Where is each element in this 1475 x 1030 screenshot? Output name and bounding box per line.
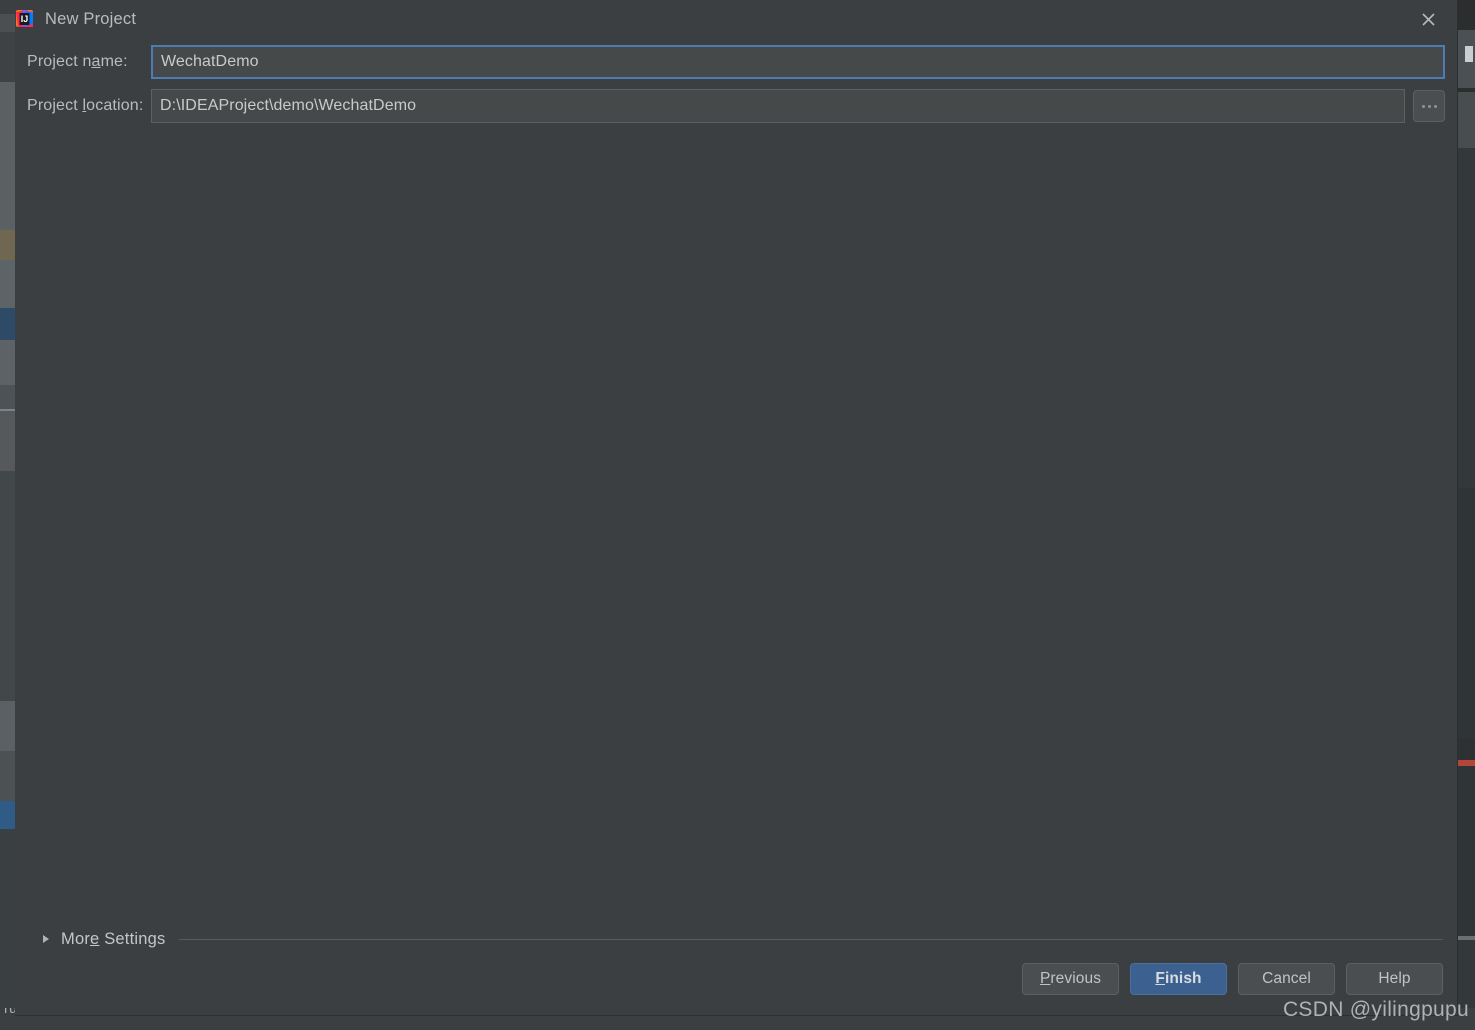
ide-left-sliver: [0, 801, 15, 829]
svg-text:IJ: IJ: [21, 14, 29, 24]
more-settings-toggle[interactable]: More Settings: [15, 925, 1457, 953]
ide-right-sliver: [1458, 92, 1475, 148]
ide-left-sliver: [0, 14, 15, 32]
label-part: Help: [1378, 970, 1411, 987]
screen-root: running low on memory and this might aff…: [0, 0, 1475, 1030]
new-project-dialog: IJ New Project Project name: Project loc…: [15, 0, 1458, 1016]
label-part: me:: [100, 53, 128, 70]
project-form: Project name: Project location:: [15, 38, 1457, 132]
label-part: Mor: [61, 929, 91, 948]
ide-scroll-marker: [1465, 46, 1473, 62]
label-mnemonic: F: [1155, 970, 1165, 987]
cancel-button[interactable]: Cancel: [1238, 963, 1335, 995]
ide-left-sliver: [0, 751, 15, 801]
browse-folder-button[interactable]: [1413, 90, 1445, 122]
ide-right-sliver: [1458, 488, 1475, 738]
ide-left-sliver: [0, 308, 15, 340]
project-location-input[interactable]: [151, 89, 1405, 123]
ide-left-sliver: [0, 230, 15, 260]
ide-right-sliver: [1458, 766, 1475, 936]
help-button[interactable]: Help: [1346, 963, 1443, 995]
ide-left-sliver: [0, 260, 15, 308]
label-part: inish: [1164, 970, 1202, 987]
ellipsis-dot-icon: [1427, 104, 1431, 108]
intellij-idea-logo-icon: IJ: [15, 9, 35, 29]
chevron-right-icon: [43, 935, 49, 943]
ide-left-sliver: [0, 701, 15, 751]
separator-line: [179, 938, 1443, 940]
ide-left-sliver: [0, 411, 15, 471]
previous-button[interactable]: Previous: [1022, 963, 1119, 995]
label-part: revious: [1050, 970, 1102, 987]
label-mnemonic: a: [91, 53, 101, 70]
project-name-label: Project name:: [27, 53, 151, 71]
ide-left-sliver: [0, 82, 15, 230]
ellipsis-dot-icon: [1421, 104, 1425, 108]
ellipsis-dot-icon: [1433, 104, 1437, 108]
ide-left-sliver: [0, 32, 15, 82]
label-mnemonic: e: [90, 929, 100, 948]
dialog-titlebar: IJ New Project: [15, 0, 1457, 38]
close-icon[interactable]: [1413, 5, 1443, 33]
project-location-label: Project location:: [27, 97, 151, 115]
ide-left-sliver: [0, 0, 15, 14]
ide-left-sliver: [0, 385, 15, 409]
label-part: Project n: [27, 53, 92, 70]
label-part: Cancel: [1262, 970, 1311, 987]
label-part: ocation:: [86, 97, 144, 114]
project-name-input[interactable]: [151, 45, 1445, 79]
label-mnemonic: P: [1039, 970, 1051, 987]
label-part: Project: [27, 97, 83, 114]
ide-right-sliver: [1458, 148, 1475, 488]
dialog-title: New Project: [45, 9, 137, 28]
ide-left-sliver: [0, 471, 15, 701]
label-part: Settings: [99, 929, 166, 948]
ide-left-sliver: [0, 340, 15, 385]
project-name-row: Project name:: [15, 44, 1457, 80]
ide-left-sliver: [0, 829, 15, 1009]
dialog-empty-area: [15, 132, 1457, 925]
finish-button[interactable]: Finish: [1130, 963, 1227, 995]
dialog-footer: Previous Finish Cancel Help: [15, 963, 1457, 1015]
more-settings-label: More Settings: [61, 930, 165, 949]
project-location-row: Project location:: [15, 88, 1457, 124]
ide-right-sliver: [1458, 0, 1475, 30]
